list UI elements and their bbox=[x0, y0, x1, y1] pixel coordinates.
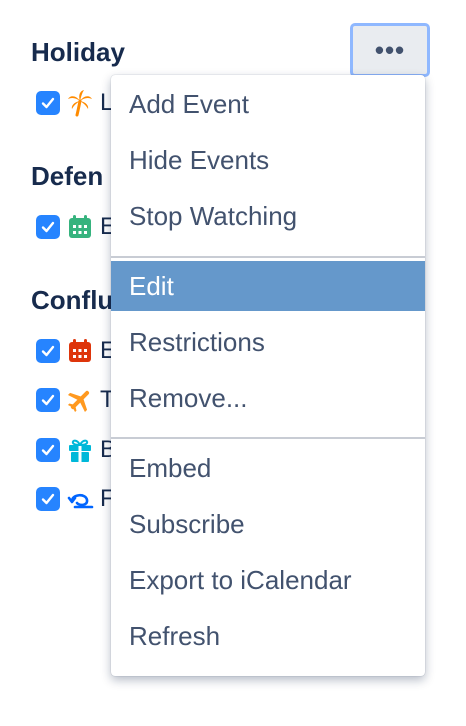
menu-item-subscribe[interactable]: Subscribe bbox=[111, 499, 425, 549]
checkbox-checked-icon[interactable] bbox=[36, 487, 60, 511]
more-actions-button[interactable]: ••• bbox=[350, 23, 430, 77]
palm-tree-icon bbox=[66, 89, 94, 117]
calendar-icon bbox=[66, 213, 94, 241]
menu-item-hide-events[interactable]: Hide Events bbox=[111, 135, 425, 185]
calendar-item[interactable]: B bbox=[36, 436, 116, 464]
menu-item-restrictions[interactable]: Restrictions bbox=[111, 317, 425, 367]
checkbox-checked-icon[interactable] bbox=[36, 388, 60, 412]
rotate-arrow-icon bbox=[66, 485, 94, 513]
menu-divider bbox=[111, 256, 425, 258]
calendar-item[interactable]: E bbox=[36, 337, 116, 365]
menu-item-embed[interactable]: Embed bbox=[111, 443, 425, 493]
menu-item-stop-watching[interactable]: Stop Watching bbox=[111, 191, 425, 241]
menu-item-edit[interactable]: Edit bbox=[111, 261, 425, 311]
calendar-item[interactable]: E bbox=[36, 213, 116, 241]
gift-icon bbox=[66, 436, 94, 464]
calendar-item[interactable]: F bbox=[36, 485, 115, 513]
calendar-item[interactable]: T bbox=[36, 386, 115, 414]
calendar-item[interactable]: L bbox=[36, 89, 113, 117]
menu-item-refresh[interactable]: Refresh bbox=[111, 611, 425, 661]
menu-item-remove[interactable]: Remove... bbox=[111, 373, 425, 423]
group-title-holiday: Holiday bbox=[31, 37, 125, 67]
menu-item-add-event[interactable]: Add Event bbox=[111, 79, 425, 129]
menu-divider bbox=[111, 437, 425, 439]
checkbox-checked-icon[interactable] bbox=[36, 91, 60, 115]
calendar-actions-menu: Add Event Hide Events Stop Watching Edit… bbox=[111, 75, 425, 676]
group-title-defen: Defen bbox=[31, 161, 104, 191]
menu-item-export-icalendar[interactable]: Export to iCalendar bbox=[111, 555, 425, 605]
calendar-icon bbox=[66, 337, 94, 365]
checkbox-checked-icon[interactable] bbox=[36, 339, 60, 363]
airplane-icon bbox=[66, 386, 94, 414]
checkbox-checked-icon[interactable] bbox=[36, 215, 60, 239]
group-title-conflu: Conflu bbox=[31, 285, 114, 315]
checkbox-checked-icon[interactable] bbox=[36, 438, 60, 462]
